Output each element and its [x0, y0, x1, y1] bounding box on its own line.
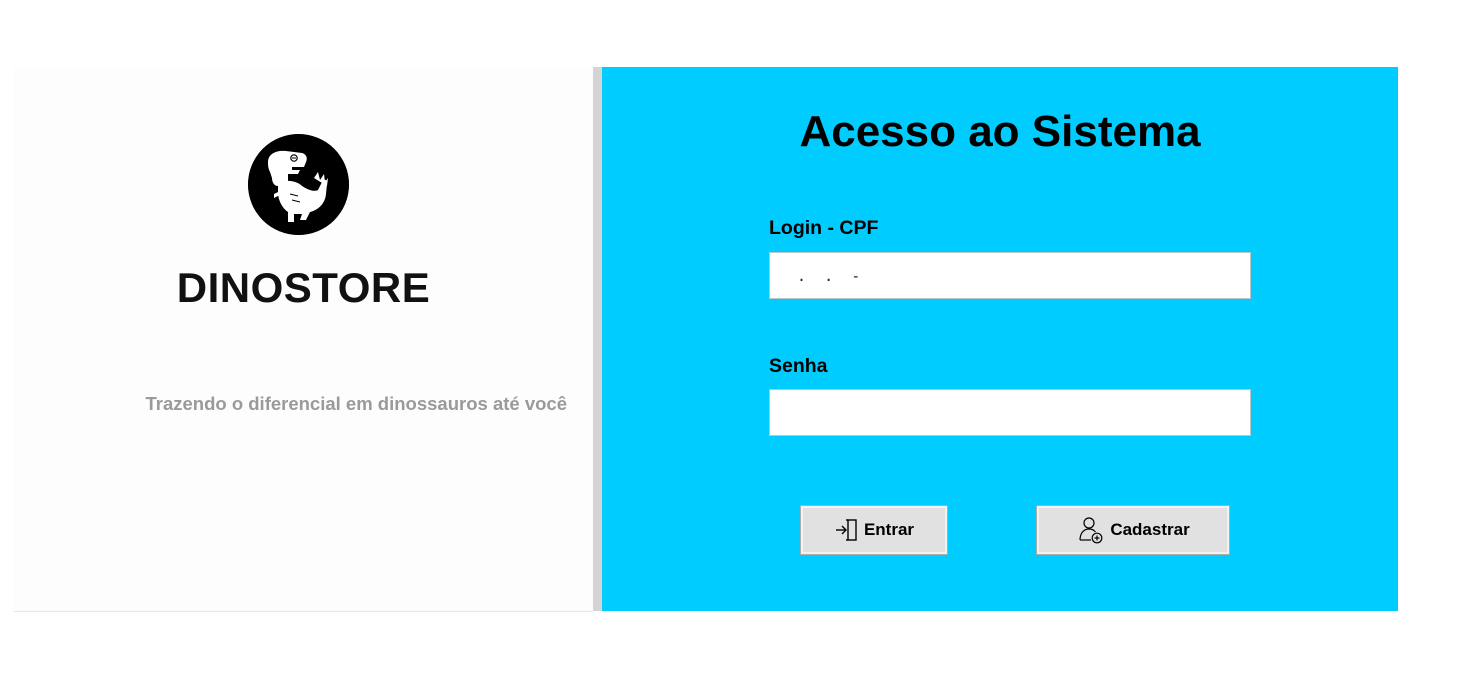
branding-panel: DINOSTORE Trazendo o diferencial em dino… [14, 67, 593, 612]
brand-tagline: Trazendo o diferencial em dinossauros at… [145, 393, 567, 414]
enter-button[interactable]: Entrar [800, 505, 948, 555]
panel-divider [593, 67, 602, 611]
cpf-input[interactable] [769, 252, 1251, 299]
password-input[interactable] [769, 389, 1251, 436]
brand-name: DINOSTORE [176, 264, 431, 311]
register-button[interactable]: Cadastrar [1036, 505, 1230, 555]
add-user-icon [1076, 515, 1106, 545]
dinosaur-icon [248, 134, 349, 235]
register-button-label: Cadastrar [1110, 520, 1190, 539]
cpf-label: Login - CPF [769, 217, 879, 239]
password-label: Senha [769, 355, 828, 377]
login-panel: Acesso ao Sistema Login - CPF Senha Entr… [602, 67, 1398, 611]
sign-in-icon [834, 517, 860, 543]
enter-button-label: Entrar [863, 520, 915, 539]
page-title: Acesso ao Sistema [799, 107, 1201, 156]
